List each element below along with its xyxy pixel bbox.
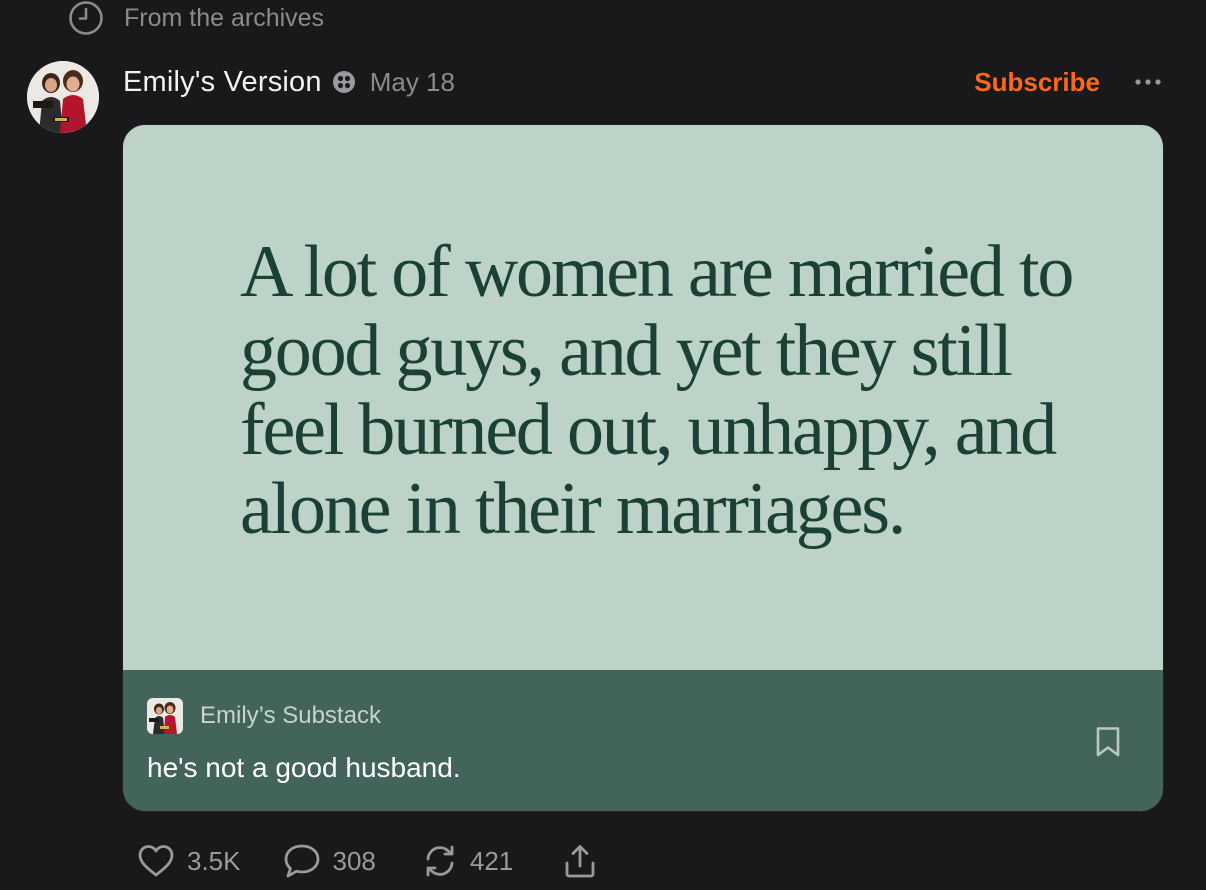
publication-name: Emily’s Substack: [200, 702, 381, 729]
post-card[interactable]: A lot of women are married to good guys,…: [123, 125, 1163, 811]
publication-logo: [147, 698, 183, 734]
restack-count: 421: [469, 845, 514, 876]
archive-label-row: From the archives: [68, 0, 324, 36]
post-date: May 18: [369, 66, 455, 97]
post-title: he's not a good husband.: [147, 752, 461, 783]
subscribe-button[interactable]: Subscribe: [974, 67, 1100, 98]
comment-count: 308: [332, 845, 376, 876]
post-actions: 3.5K 308 421: [137, 840, 597, 882]
bookmark-icon[interactable]: [1095, 726, 1121, 763]
archive-label: From the archives: [124, 3, 325, 32]
restack-button[interactable]: 421: [422, 843, 513, 879]
restack-icon: [422, 843, 458, 879]
author-name[interactable]: Emily's Version: [123, 66, 322, 99]
post-image: A lot of women are married to good guys,…: [123, 125, 1163, 670]
post-card-footer: Emily’s Substack he's not a good husband…: [123, 670, 1163, 811]
heart-icon: [137, 843, 175, 879]
author-avatar[interactable]: [27, 61, 99, 133]
comment-icon: [283, 843, 321, 879]
publication-badge-icon: [332, 70, 356, 94]
share-icon[interactable]: [563, 843, 597, 879]
clock-icon: [68, 0, 104, 36]
comment-button[interactable]: 308: [283, 843, 376, 879]
like-count: 3.5K: [187, 845, 241, 876]
like-button[interactable]: 3.5K: [137, 843, 241, 879]
image-quote-text: A lot of women are married to good guys,…: [240, 231, 1074, 550]
more-horizontal-icon[interactable]: [1134, 78, 1162, 86]
publication-row: Emily’s Substack: [147, 698, 381, 734]
post-header: Emily's Version May 18 Subscribe: [123, 60, 1162, 104]
